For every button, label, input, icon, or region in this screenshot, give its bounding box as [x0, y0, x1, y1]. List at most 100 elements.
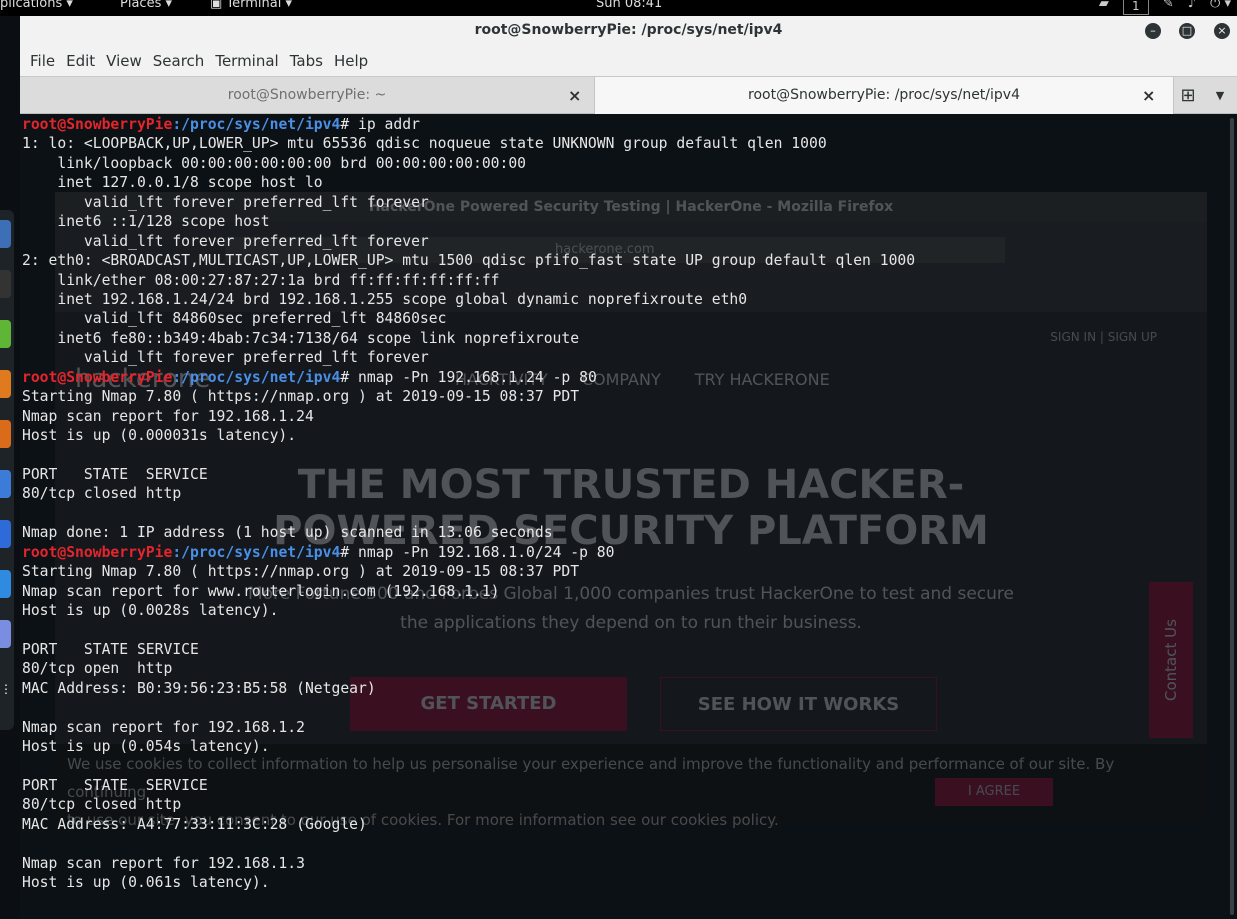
prompt-symbol: # — [340, 368, 359, 386]
video-icon[interactable]: ▰ — [1099, 0, 1109, 15]
signin-link: SIGN IN | SIGN UP — [1050, 330, 1157, 344]
command-text: nmap -Pn 192.168.1.0/24 -p 80 — [358, 543, 615, 561]
window-title: root@SnowberryPie: /proc/sys/net/ipv4 — [474, 22, 783, 38]
tab-close-icon[interactable]: × — [568, 77, 581, 114]
top-panel: plications ▾ Places ▾ ▣ Terminal ▾ Sun 0… — [0, 0, 1237, 16]
output-line: Starting Nmap 7.80 ( https://nmap.org ) … — [22, 388, 580, 406]
output-line: valid_lft forever preferred_lft forever — [22, 349, 429, 367]
tab-label: root@SnowberryPie: /proc/sys/net/ipv4 — [748, 87, 1020, 103]
prompt-path: :/proc/sys/net/ipv4 — [172, 116, 341, 133]
output-line: Host is up (0.061s latency). — [22, 874, 270, 892]
prompt-symbol: # — [340, 543, 359, 561]
app-icon[interactable] — [0, 570, 11, 598]
output-line: Nmap scan report for 192.168.1.3 — [22, 854, 305, 872]
maximize-icon[interactable]: □ — [1179, 23, 1195, 39]
tab-close-icon[interactable]: × — [1142, 77, 1155, 114]
output-line: link/loopback 00:00:00:00:00:00 brd 00:0… — [22, 154, 527, 172]
scrollbar-thumb[interactable] — [1230, 118, 1234, 915]
output-line: inet 127.0.0.1/8 scope host lo — [22, 174, 323, 192]
prompt-symbol: # — [340, 116, 359, 133]
prompt-user: root@SnowberryPie — [22, 368, 173, 386]
prompt-user: root@SnowberryPie — [22, 116, 173, 133]
close-icon[interactable]: × — [1214, 23, 1230, 39]
command-text: nmap -Pn 192.168.1.24 -p 80 — [358, 368, 597, 386]
output-line: MAC Address: A4:77:33:11:3C:28 (Google) — [22, 815, 367, 833]
applications-menu[interactable]: plications ▾ — [0, 0, 73, 11]
output-line: Starting Nmap 7.80 ( https://nmap.org ) … — [22, 563, 580, 581]
tab-menu-icon[interactable]: ▼ — [1210, 83, 1230, 109]
output-line: 80/tcp closed http — [22, 796, 182, 814]
volume-icon[interactable]: ♪ — [1188, 0, 1196, 15]
output-line: valid_lft 84860sec preferred_lft 84860se… — [22, 310, 447, 328]
tab-ipv4[interactable]: root@SnowberryPie: /proc/sys/net/ipv4 × — [594, 77, 1174, 114]
files-icon[interactable] — [0, 220, 11, 248]
app-icon[interactable] — [0, 520, 11, 548]
prompt-line: root@SnowberryPie:/proc/sys/net/ipv4# nm… — [22, 543, 915, 562]
tab-label: root@SnowberryPie: ~ — [227, 87, 387, 103]
burp-icon[interactable] — [0, 420, 11, 448]
menu-search[interactable]: Search — [153, 52, 205, 70]
output-line: inet6 ::1/128 scope host — [22, 213, 270, 231]
menubar: File Edit View Search Terminal Tabs Help — [20, 46, 1237, 76]
output-line: PORT STATE SERVICE — [22, 465, 208, 483]
output-line: 80/tcp closed http — [22, 485, 182, 503]
new-tab-icon[interactable]: ⊞ — [1175, 83, 1201, 109]
menu-terminal[interactable]: Terminal — [215, 52, 278, 70]
menu-help[interactable]: Help — [334, 52, 368, 70]
output-line: Nmap scan report for www.routerlogin.com… — [22, 582, 500, 600]
terminal-output[interactable]: HackerOne Powered Security Testing | Hac… — [20, 114, 1227, 919]
terminal-dock-icon[interactable] — [0, 270, 11, 298]
terminal-window: root@SnowberryPie: /proc/sys/net/ipv4 – … — [20, 16, 1237, 919]
places-menu[interactable]: Places ▾ — [120, 0, 172, 11]
terminal-scrollbar[interactable] — [1227, 114, 1237, 919]
firefox-icon[interactable] — [0, 370, 11, 398]
show-apps-icon[interactable]: ⋮ — [0, 675, 12, 703]
notes-icon[interactable] — [0, 320, 11, 348]
output-line: 1: lo: <LOOPBACK,UP,LOWER_UP> mtu 65536 … — [22, 135, 827, 153]
output-line: Nmap done: 1 IP address (1 host up) scan… — [22, 524, 553, 542]
minimize-icon[interactable]: – — [1145, 23, 1161, 39]
menu-tabs[interactable]: Tabs — [290, 52, 323, 70]
agree-button: I AGREE — [935, 778, 1053, 806]
prompt-line: root@SnowberryPie:/proc/sys/net/ipv4# ip… — [22, 115, 915, 134]
terminal-app-menu[interactable]: ▣ Terminal ▾ — [210, 0, 292, 11]
output-line: 2: eth0: <BROADCAST,MULTICAST,UP,LOWER_U… — [22, 252, 916, 270]
menu-file[interactable]: File — [30, 52, 55, 70]
output-line: PORT STATE SERVICE — [22, 640, 199, 658]
output-line: valid_lft forever preferred_lft forever — [22, 193, 429, 211]
menu-view[interactable]: View — [106, 52, 142, 70]
terminal-app-menu-label: Terminal ▾ — [226, 0, 293, 11]
tab-bar: root@SnowberryPie: ~ × root@SnowberryPie… — [20, 76, 1237, 114]
prompt-path: :/proc/sys/net/ipv4 — [172, 543, 341, 561]
menu-edit[interactable]: Edit — [66, 52, 95, 70]
app-icon[interactable] — [0, 620, 11, 648]
tab-home[interactable]: root@SnowberryPie: ~ × — [20, 77, 594, 114]
terminal-lines: root@SnowberryPie:/proc/sys/net/ipv4# ip… — [22, 115, 915, 893]
app-icon[interactable] — [0, 470, 11, 498]
power-icon[interactable]: ⏻ ▾ — [1210, 0, 1231, 15]
output-line: MAC Address: B0:39:56:23:B5:58 (Netgear) — [22, 679, 376, 697]
workspace-indicator[interactable]: 1 — [1122, 0, 1149, 15]
output-line: inet6 fe80::b349:4bab:7c34:7138/64 scope… — [22, 329, 580, 347]
titlebar[interactable]: root@SnowberryPie: /proc/sys/net/ipv4 – … — [20, 16, 1237, 46]
dock: ⋮ — [0, 210, 14, 730]
output-line: Nmap scan report for 192.168.1.2 — [22, 718, 305, 736]
command-text: ip addr — [358, 116, 420, 133]
tools-icon[interactable]: ✎ — [1163, 0, 1174, 15]
output-line: inet 192.168.1.24/24 brd 192.168.1.255 s… — [22, 290, 748, 308]
terminal-icon: ▣ — [210, 0, 227, 11]
output-line: Host is up (0.0028s latency). — [22, 601, 279, 619]
clock[interactable]: Sun 08:41 — [596, 0, 662, 11]
prompt-line: root@SnowberryPie:/proc/sys/net/ipv4# nm… — [22, 368, 915, 387]
output-line: valid_lft forever preferred_lft forever — [22, 232, 429, 250]
output-line: PORT STATE SERVICE — [22, 776, 208, 794]
prompt-path: :/proc/sys/net/ipv4 — [172, 368, 341, 386]
output-line: 80/tcp open http — [22, 660, 173, 678]
output-line: Nmap scan report for 192.168.1.24 — [22, 407, 314, 425]
output-line: Host is up (0.000031s latency). — [22, 427, 297, 444]
